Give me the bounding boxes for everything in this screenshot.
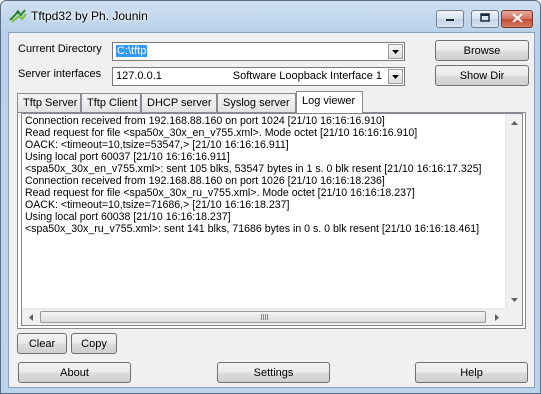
current-directory-combo[interactable]: C:\tftp bbox=[112, 42, 405, 61]
log-line: Connection received from 192.168.88.160 … bbox=[25, 175, 385, 187]
log-line: OACK: <timeout=10,tsize=71686,> [21/10 1… bbox=[25, 199, 290, 211]
horizontal-scrollbar[interactable] bbox=[22, 308, 505, 325]
log-line: Connection received from 192.168.88.160 … bbox=[25, 115, 385, 127]
minimize-button[interactable] bbox=[436, 10, 464, 28]
current-directory-label: Current Directory bbox=[18, 43, 102, 55]
tab-log-viewer[interactable]: Log viewer bbox=[296, 91, 363, 113]
server-interface-name: Software Loopback Interface 1 bbox=[232, 70, 382, 82]
app-window: Tftpd32 by Ph. Jounin Current Directory … bbox=[0, 0, 541, 394]
current-directory-value: C:\tftp bbox=[116, 45, 148, 57]
scroll-left-arrow-icon[interactable] bbox=[22, 309, 39, 325]
tab-tftp-client[interactable]: Tftp Client bbox=[81, 93, 141, 112]
copy-button[interactable]: Copy bbox=[71, 333, 117, 354]
close-button[interactable] bbox=[501, 10, 533, 28]
clear-button[interactable]: Clear bbox=[17, 333, 67, 354]
browse-button[interactable]: Browse bbox=[435, 40, 529, 61]
about-button[interactable]: About bbox=[18, 362, 131, 383]
log-list[interactable]: Connection received from 192.168.88.160 … bbox=[21, 113, 523, 326]
server-ip-value: 127.0.0.1 bbox=[116, 70, 162, 82]
server-interfaces-combo[interactable]: 127.0.0.1 Software Loopback Interface 1 bbox=[112, 67, 405, 86]
maximize-button[interactable] bbox=[471, 10, 499, 28]
help-button[interactable]: Help bbox=[415, 362, 528, 383]
log-line: <spa50x_30x_en_v755.xml>: sent 105 blks,… bbox=[25, 163, 482, 175]
scrollbar-corner bbox=[505, 308, 522, 325]
log-line: OACK: <timeout=10,tsize=53547,> [21/10 1… bbox=[25, 139, 289, 151]
scroll-right-arrow-icon[interactable] bbox=[488, 309, 505, 325]
log-line: Using local port 60038 [21/10 16:16:18.2… bbox=[25, 211, 231, 223]
show-dir-button[interactable]: Show Dir bbox=[435, 65, 529, 86]
tftpd-app-icon bbox=[9, 8, 27, 24]
scroll-down-arrow-icon[interactable] bbox=[506, 291, 522, 308]
log-line: Read request for file <spa50x_30x_en_v75… bbox=[25, 127, 418, 139]
chevron-down-icon[interactable] bbox=[388, 69, 403, 84]
server-interfaces-label: Server interfaces bbox=[18, 68, 102, 80]
window-title: Tftpd32 by Ph. Jounin bbox=[31, 9, 148, 23]
vertical-scrollbar[interactable] bbox=[505, 114, 522, 308]
scroll-up-arrow-icon[interactable] bbox=[506, 114, 522, 131]
close-icon bbox=[511, 12, 523, 26]
log-line: <spa50x_30x_ru_v755.xml>: sent 141 blks,… bbox=[25, 223, 480, 235]
settings-button[interactable]: Settings bbox=[217, 362, 330, 383]
tab-dhcp-server[interactable]: DHCP server bbox=[141, 93, 217, 112]
log-line: Using local port 60037 [21/10 16:16:16.9… bbox=[25, 151, 230, 163]
maximize-icon bbox=[480, 13, 490, 25]
minimize-icon bbox=[445, 13, 455, 25]
tab-syslog-server[interactable]: Syslog server bbox=[217, 93, 296, 112]
title-bar[interactable]: Tftpd32 by Ph. Jounin bbox=[1, 1, 540, 31]
log-viewer-panel: Connection received from 192.168.88.160 … bbox=[17, 112, 526, 329]
main-panel: Current Directory C:\tftp Browse Server … bbox=[8, 32, 535, 388]
tab-tftp-server[interactable]: Tftp Server bbox=[17, 93, 81, 112]
chevron-down-icon[interactable] bbox=[388, 44, 403, 59]
grip-icon bbox=[261, 314, 269, 320]
log-line: Read request for file <spa50x_30x_ru_v75… bbox=[25, 187, 415, 199]
horizontal-scroll-thumb[interactable] bbox=[40, 311, 486, 323]
